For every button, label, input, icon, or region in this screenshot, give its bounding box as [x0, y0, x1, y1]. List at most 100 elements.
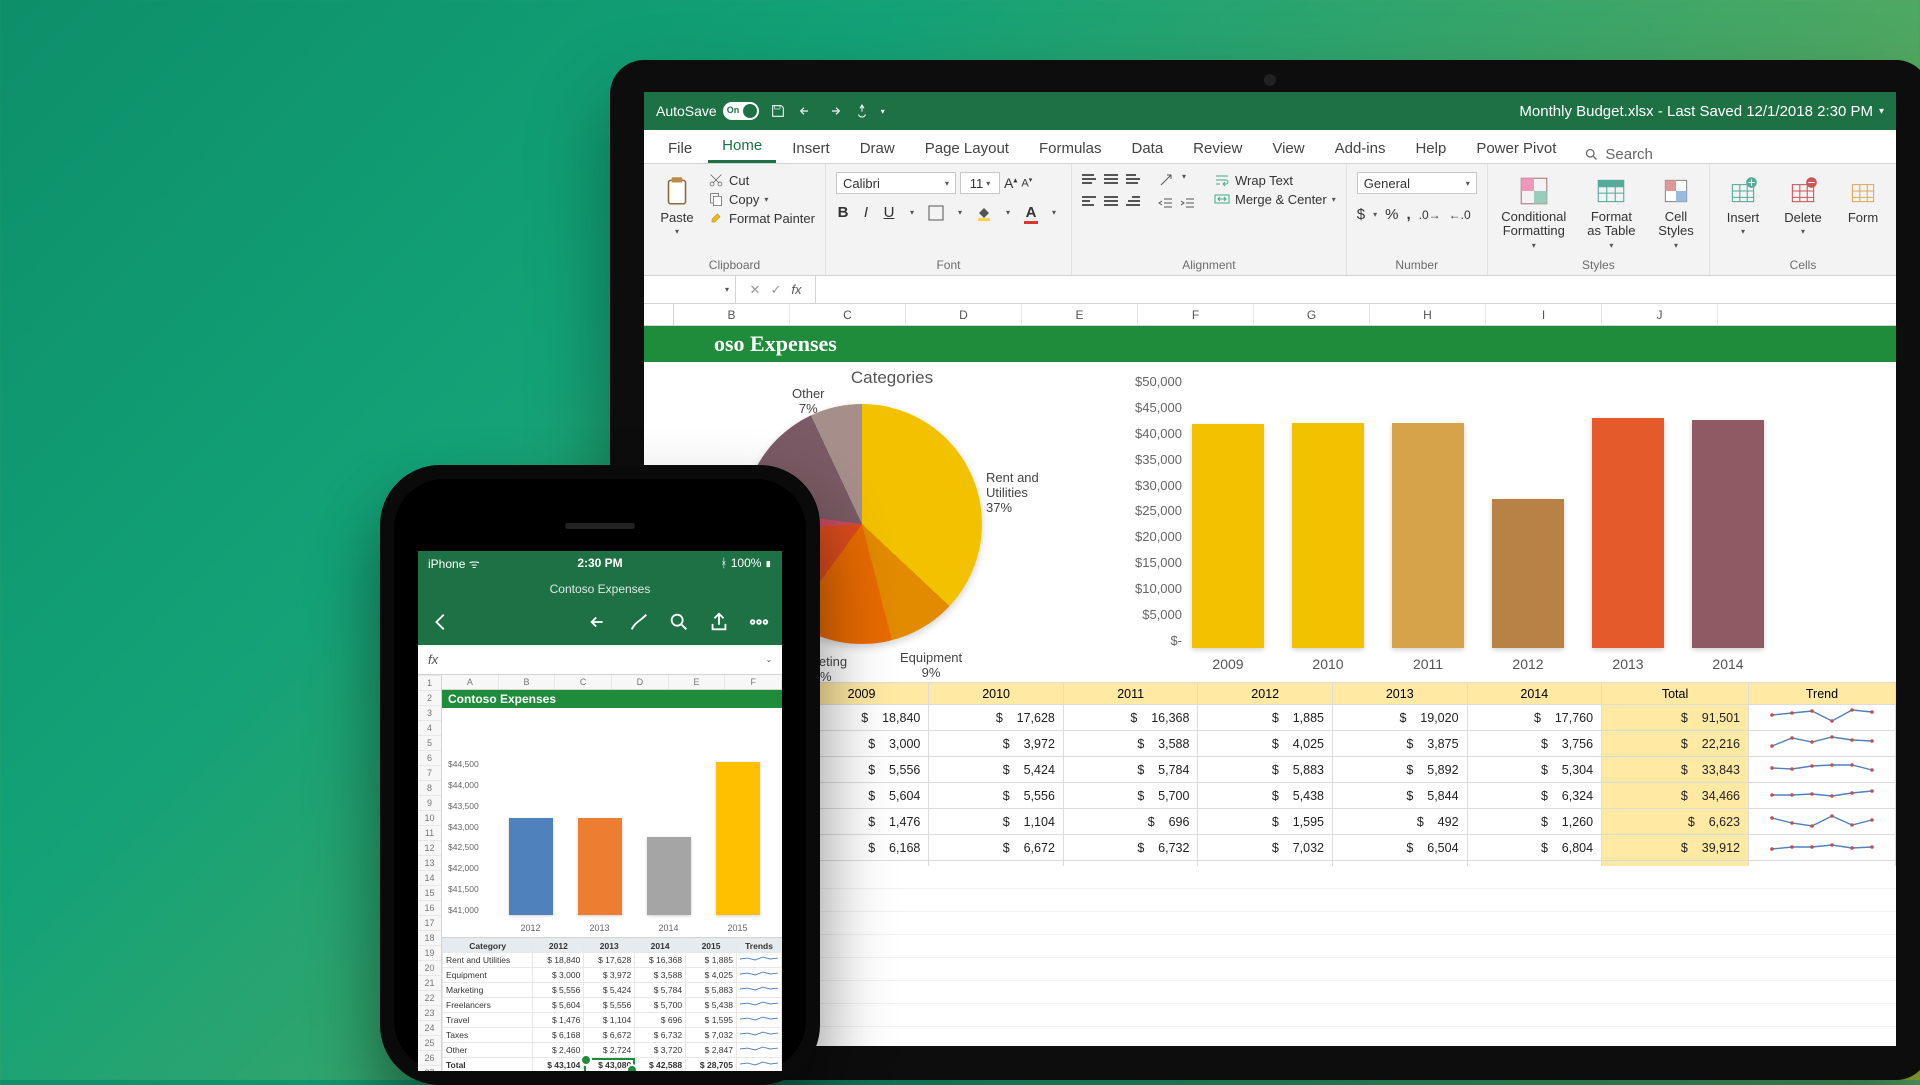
autosave-switch[interactable]: On	[723, 102, 759, 120]
delete-cells-icon	[1786, 174, 1820, 208]
phone-col-headers: ABCDEF	[442, 675, 782, 690]
ribbon: Paste ▾ Cut Copy▾	[644, 164, 1896, 276]
tab-home[interactable]: Home	[708, 131, 776, 163]
percent-icon[interactable]: %	[1385, 206, 1398, 223]
number-format-dropdown[interactable]: General▾	[1357, 172, 1477, 194]
col-D[interactable]: D	[906, 304, 1022, 325]
wrap-text-icon	[1214, 172, 1230, 188]
cut-button[interactable]: Cut	[708, 172, 815, 188]
increase-indent-icon[interactable]	[1180, 196, 1196, 212]
increase-decimal-icon[interactable]: .0→	[1419, 208, 1441, 222]
redo-icon[interactable]	[825, 102, 843, 120]
qat-more-icon[interactable]: ▾	[881, 107, 885, 116]
name-box[interactable]: ▾	[644, 276, 736, 303]
tab-file[interactable]: File	[654, 134, 706, 163]
cell-styles-button[interactable]: Cell Styles▾	[1653, 172, 1699, 250]
sheet-title: oso Expenses	[644, 326, 1896, 362]
paintbrush-icon	[708, 210, 724, 226]
col-C[interactable]: C	[790, 304, 906, 325]
decrease-indent-icon[interactable]	[1158, 196, 1174, 212]
phone-status-bar: iPhone ᯤ 2:30 PM ᚼ 100% ▮	[418, 551, 782, 575]
phone-clock: 2:30 PM	[418, 556, 782, 570]
copy-icon	[708, 191, 724, 207]
delete-cells-button[interactable]: Delete▾	[1780, 172, 1826, 236]
empty-grid[interactable]	[644, 866, 1896, 1046]
tab-review[interactable]: Review	[1179, 134, 1256, 163]
insert-cells-icon	[1726, 174, 1760, 208]
undo-icon[interactable]	[588, 611, 610, 638]
phone-table[interactable]: Category2012201320142015TrendsRent and U…	[442, 938, 782, 1071]
conditional-formatting-button[interactable]: Conditional Formatting▾	[1498, 172, 1570, 250]
decrease-decimal-icon[interactable]: ←.0	[1449, 208, 1471, 222]
share-icon[interactable]	[708, 611, 730, 638]
phone-grid[interactable]: 1234567891011121314151617181920212223242…	[418, 675, 782, 1071]
col-E[interactable]: E	[1022, 304, 1138, 325]
phone-bar-chart[interactable]: $44,500$44,000$43,500$43,000$42,500$42,0…	[442, 753, 782, 938]
vertical-align[interactable]	[1082, 172, 1144, 186]
more-icon[interactable]	[748, 611, 770, 638]
tab-insert[interactable]: Insert	[778, 134, 844, 163]
tab-draw[interactable]: Draw	[846, 134, 909, 163]
accounting-icon[interactable]: $	[1357, 206, 1365, 223]
horizontal-align[interactable]	[1082, 194, 1144, 208]
autosave-toggle[interactable]: AutoSave On	[656, 102, 759, 120]
font-color-icon[interactable]: A	[1024, 204, 1038, 221]
cancel-formula-icon[interactable]: ✕	[750, 282, 761, 298]
tab-power-pivot[interactable]: Power Pivot	[1462, 134, 1570, 163]
underline-button[interactable]: U	[882, 204, 896, 221]
merge-center-button[interactable]: Merge & Center▾	[1214, 191, 1336, 207]
sheet-body[interactable]: oso Expenses Categories Other 7% Rent an…	[644, 326, 1896, 1046]
col-J[interactable]: J	[1602, 304, 1718, 325]
phone-bar-xaxis: 2012201320142015	[496, 923, 772, 933]
group-styles: Conditional Formatting▾ Format as Table▾…	[1488, 164, 1710, 275]
merge-icon	[1214, 191, 1230, 207]
tab-help[interactable]: Help	[1401, 134, 1460, 163]
back-icon[interactable]	[430, 611, 452, 638]
chevron-down-icon: ⌄	[765, 655, 772, 664]
spreadsheet-grid[interactable]: B C D E F G H I J oso Expenses Categorie…	[644, 304, 1896, 1046]
col-H[interactable]: H	[1370, 304, 1486, 325]
col-B[interactable]: B	[674, 304, 790, 325]
comma-icon[interactable]: ,	[1406, 206, 1410, 223]
copy-button[interactable]: Copy▾	[708, 191, 815, 207]
search-icon[interactable]	[668, 611, 690, 638]
tab-addins[interactable]: Add-ins	[1321, 134, 1400, 163]
col-I[interactable]: I	[1486, 304, 1602, 325]
paste-button[interactable]: Paste ▾	[654, 172, 700, 236]
touch-mode-icon[interactable]	[853, 102, 871, 120]
col-G[interactable]: G	[1254, 304, 1370, 325]
bold-button[interactable]: B	[836, 204, 850, 221]
orientation-icon[interactable]	[1158, 172, 1174, 188]
save-icon[interactable]	[769, 102, 787, 120]
tab-data[interactable]: Data	[1117, 134, 1177, 163]
tab-page-layout[interactable]: Page Layout	[911, 134, 1023, 163]
formula-input[interactable]	[816, 276, 1896, 303]
tab-formulas[interactable]: Formulas	[1025, 134, 1116, 163]
draw-icon[interactable]	[628, 611, 650, 638]
fill-color-icon[interactable]	[976, 205, 992, 221]
tab-view[interactable]: View	[1258, 134, 1318, 163]
undo-icon[interactable]	[797, 102, 815, 120]
border-icon[interactable]	[928, 205, 944, 221]
enter-formula-icon[interactable]: ✓	[770, 282, 781, 298]
insert-cells-button[interactable]: Insert▾	[1720, 172, 1766, 236]
format-as-table-button[interactable]: Format as Table▾	[1586, 172, 1637, 250]
format-cells-button[interactable]: Form	[1840, 172, 1886, 225]
column-headers: B C D E F G H I J	[644, 304, 1896, 326]
phone-device: iPhone ᯤ 2:30 PM ᚼ 100% ▮ Contoso Expens…	[380, 465, 820, 1085]
title-dropdown-icon[interactable]: ▾	[1879, 106, 1884, 117]
col-F[interactable]: F	[1138, 304, 1254, 325]
pie-label-equipment: Equipment 9%	[900, 650, 962, 680]
tell-me-search[interactable]: Search	[1584, 146, 1653, 163]
font-name-dropdown[interactable]: Calibri▾	[836, 172, 956, 194]
font-size-dropdown[interactable]: 11▾	[960, 172, 1000, 194]
fx-icon[interactable]: fx	[791, 282, 801, 297]
format-painter-button[interactable]: Format Painter	[708, 210, 815, 226]
paste-icon	[660, 174, 694, 208]
grow-font-icon[interactable]: A▴	[1004, 175, 1017, 191]
phone-formula-bar[interactable]: fx ⌄	[418, 645, 782, 675]
italic-button[interactable]: I	[859, 204, 873, 221]
wrap-text-button[interactable]: Wrap Text	[1214, 172, 1336, 188]
bar-chart[interactable]: $50,000$45,000$40,000$35,000$30,000$25,0…	[1112, 370, 1896, 676]
shrink-font-icon[interactable]: A▾	[1021, 176, 1032, 190]
